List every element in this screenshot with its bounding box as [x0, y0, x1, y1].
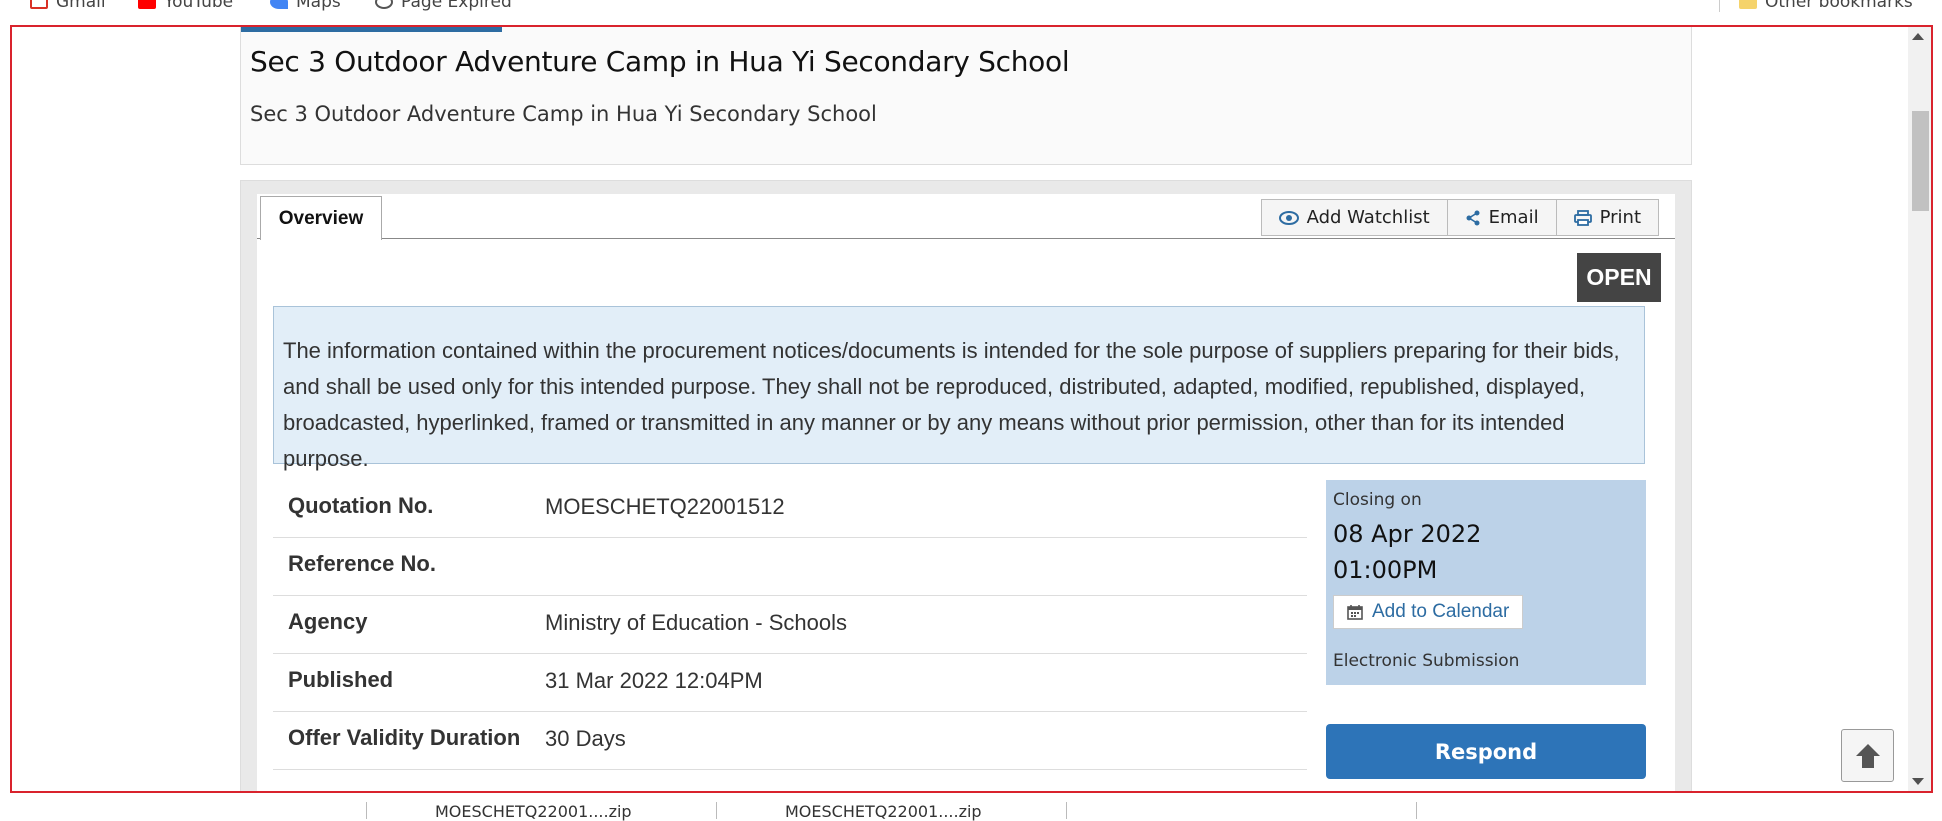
status-badge: OPEN: [1577, 253, 1661, 302]
closing-date: 08 Apr 2022: [1333, 520, 1482, 548]
respond-button[interactable]: Respond: [1326, 724, 1646, 779]
table-row: Quotation No. MOESCHETQ22001512: [273, 480, 1307, 538]
bookmark-separator: [1719, 0, 1720, 12]
row-value: Ministry of Education - Schools: [545, 610, 848, 635]
bookmarks-bar: Gmail YouTube Maps Page Expired Other bo…: [0, 0, 1942, 26]
scroll-up-arrow[interactable]: [1912, 33, 1924, 40]
other-bookmarks-label: Other bookmarks: [1765, 0, 1913, 12]
email-label: Email: [1488, 207, 1539, 228]
closing-time: 01:00PM: [1333, 556, 1438, 584]
bookmark-youtube[interactable]: YouTube: [138, 0, 233, 12]
bookmark-maps[interactable]: Maps: [270, 0, 341, 12]
page-title: Sec 3 Outdoor Adventure Camp in Hua Yi S…: [250, 45, 1070, 78]
details-table: Quotation No. MOESCHETQ22001512 Referenc…: [273, 480, 1307, 770]
eye-icon: [1278, 210, 1299, 225]
bookmark-label: Maps: [296, 0, 341, 12]
download-separator: [1416, 802, 1417, 819]
download-separator: [716, 802, 717, 819]
scroll-to-top-button[interactable]: [1841, 729, 1894, 782]
scroll-thumb[interactable]: [1912, 111, 1929, 211]
submission-type: Electronic Submission: [1333, 651, 1520, 671]
downloads-bar: MOESCHETQ22001....zip MOESCHETQ22001....…: [0, 796, 1942, 821]
page-viewport: Sec 3 Outdoor Adventure Camp in Hua Yi S…: [10, 25, 1933, 793]
email-button[interactable]: Email: [1446, 199, 1557, 236]
disclaimer-notice: The information contained within the pro…: [273, 306, 1645, 471]
add-to-calendar-button[interactable]: Add to Calendar: [1333, 595, 1524, 629]
page-subtitle: Sec 3 Outdoor Adventure Camp in Hua Yi S…: [250, 102, 877, 126]
action-toolbar: Add Watchlist Email Print: [1260, 199, 1659, 236]
print-button[interactable]: Print: [1555, 199, 1659, 236]
row-key: Reference No.: [288, 551, 436, 576]
bookmark-label: YouTube: [164, 0, 234, 12]
download-separator: [1066, 802, 1067, 819]
row-value: MOESCHETQ22001512: [545, 494, 785, 519]
add-watchlist-button[interactable]: Add Watchlist: [1260, 199, 1448, 236]
printer-icon: [1573, 209, 1592, 226]
bookmark-page-expired[interactable]: Page Expired: [375, 0, 512, 12]
bookmark-label: Gmail: [56, 0, 106, 12]
bookmark-label: Page Expired: [401, 0, 512, 12]
gmail-icon: [30, 0, 48, 9]
download-item[interactable]: MOESCHETQ22001....zip: [785, 802, 982, 821]
download-separator: [366, 802, 367, 819]
closing-label: Closing on: [1333, 490, 1422, 510]
row-key: Agency: [288, 609, 368, 634]
globe-icon: [375, 0, 393, 9]
title-card: Sec 3 Outdoor Adventure Camp in Hua Yi S…: [240, 27, 1692, 165]
closing-box: Closing on 08 Apr 2022 01:00PM Add to Ca…: [1326, 480, 1646, 685]
table-row: Agency Ministry of Education - Schools: [273, 596, 1307, 654]
arrow-up-icon: [1855, 743, 1880, 768]
maps-icon: [270, 0, 288, 9]
folder-icon: [1739, 0, 1757, 9]
table-row: Reference No.: [273, 538, 1307, 596]
download-item[interactable]: MOESCHETQ22001....zip: [435, 802, 632, 821]
table-row: Published 31 Mar 2022 12:04PM: [273, 654, 1307, 712]
add-to-calendar-label: Add to Calendar: [1372, 601, 1510, 622]
tab-overview[interactable]: Overview: [260, 196, 382, 240]
calendar-icon: [1347, 605, 1363, 620]
scroll-down-arrow[interactable]: [1912, 778, 1924, 785]
other-bookmarks[interactable]: Other bookmarks: [1739, 0, 1913, 12]
bookmark-gmail[interactable]: Gmail: [30, 0, 106, 12]
add-watchlist-label: Add Watchlist: [1306, 207, 1430, 228]
row-key: Offer Validity Duration: [288, 725, 521, 750]
print-label: Print: [1599, 207, 1641, 228]
table-row: Offer Validity Duration 30 Days: [273, 712, 1307, 770]
page-content: Sec 3 Outdoor Adventure Camp in Hua Yi S…: [12, 27, 1908, 791]
row-key: Quotation No.: [288, 493, 434, 518]
row-value: 31 Mar 2022 12:04PM: [545, 668, 763, 693]
details-panel-inner: Overview Add Watchlist Email Print OPEN …: [257, 194, 1675, 791]
details-panel: Overview Add Watchlist Email Print OPEN …: [240, 180, 1692, 791]
title-accent-bar: [241, 27, 502, 32]
share-icon: [1466, 210, 1480, 225]
row-key: Published: [288, 667, 394, 692]
youtube-icon: [138, 0, 156, 9]
row-value: 30 Days: [545, 726, 626, 751]
tab-underline: [257, 238, 1675, 239]
vertical-scrollbar[interactable]: [1908, 27, 1931, 791]
